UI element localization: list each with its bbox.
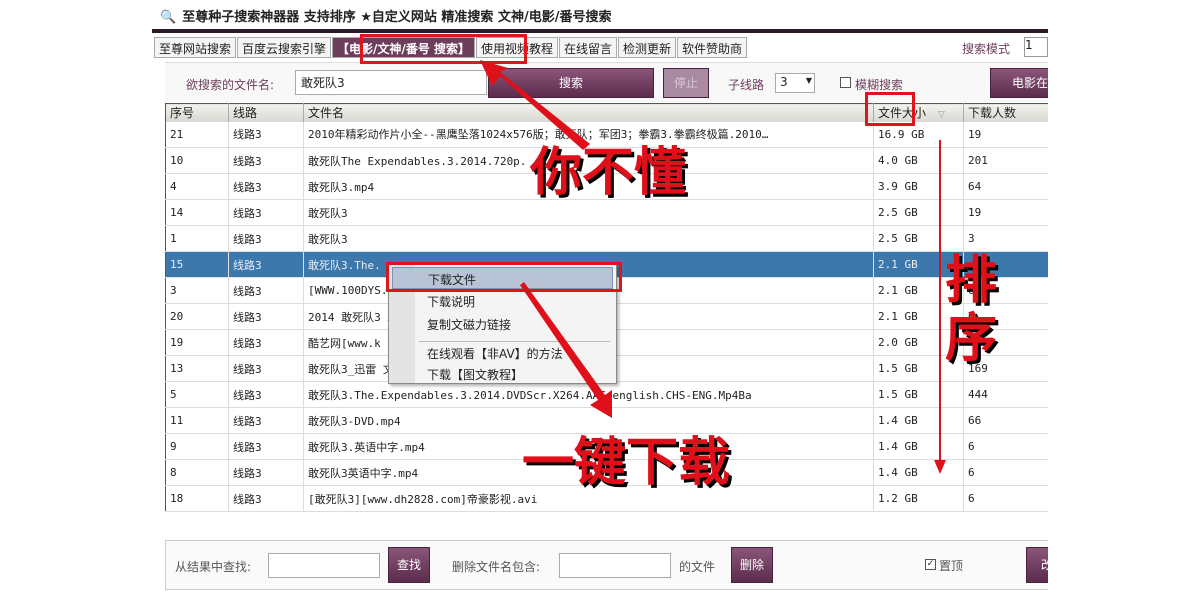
sort-arrow-head (934, 460, 946, 474)
annotation-one-click: 一键下载 (522, 433, 731, 493)
arrow-to-download (520, 282, 612, 418)
annotation-not-understand: 你不懂 (530, 143, 687, 203)
annotation-sort: 排序 (945, 251, 998, 369)
annotation-arrows (480, 60, 946, 474)
